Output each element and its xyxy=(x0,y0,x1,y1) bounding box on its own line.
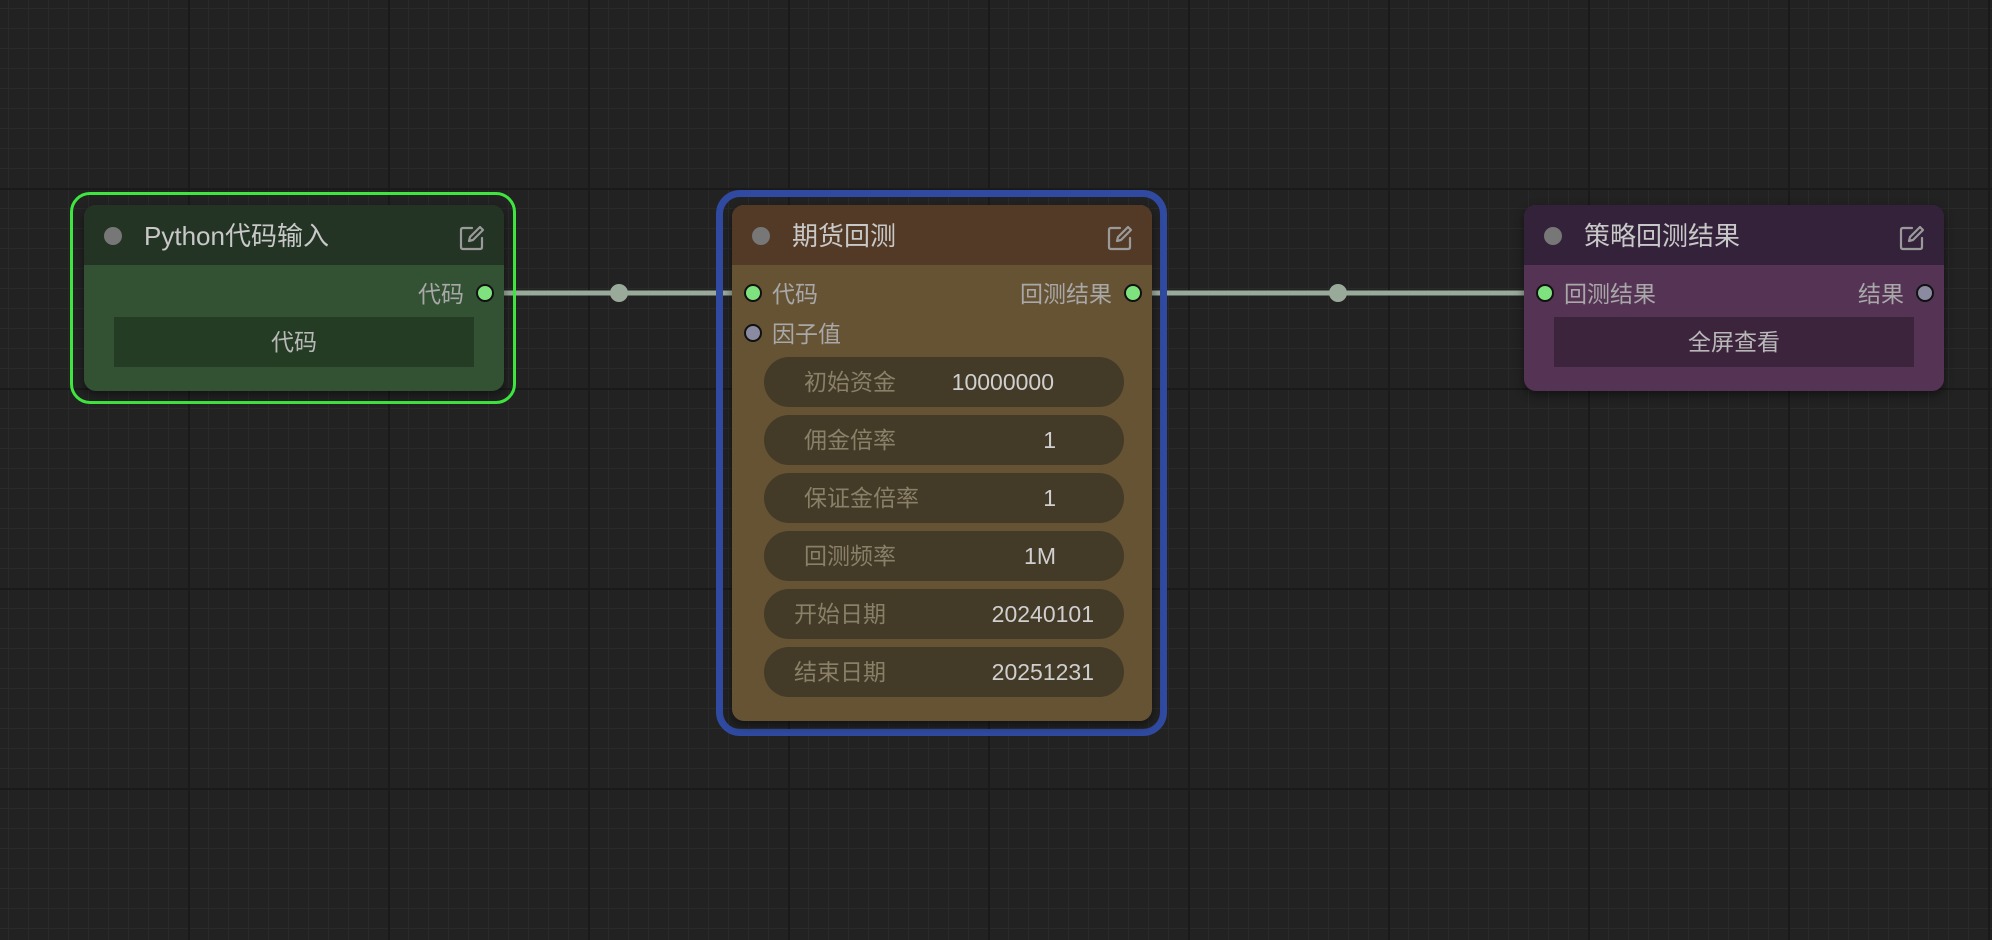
field-label: 佣金倍率 xyxy=(804,427,896,453)
input-socket-backtest-result[interactable] xyxy=(1536,284,1554,302)
output-slot-label: 回测结果 xyxy=(1020,281,1112,307)
input-slot-label: 因子值 xyxy=(772,321,841,347)
output-slot-label: 结果 xyxy=(1858,281,1904,307)
fullscreen-view-button[interactable]: 全屏查看 xyxy=(1554,317,1914,367)
field-value: 10000000 xyxy=(951,369,1054,395)
edit-icon[interactable] xyxy=(1898,224,1926,252)
node-title: 期货回测 xyxy=(792,221,897,251)
field-value: 1 xyxy=(1043,427,1056,453)
field-backtest-frequency[interactable]: 回测频率 1M xyxy=(764,531,1124,581)
input-slot-backtest-result[interactable]: 回测结果 xyxy=(1564,281,1656,307)
collapse-dot-icon[interactable] xyxy=(1544,227,1562,245)
collapse-dot-icon[interactable] xyxy=(104,227,122,245)
strategy-result-node-header[interactable]: 策略回测结果 xyxy=(1524,205,1944,265)
field-start-date[interactable]: 开始日期 20240101 xyxy=(764,589,1124,639)
field-label: 开始日期 xyxy=(794,601,886,627)
node-title: Python代码输入 xyxy=(144,221,329,251)
python-input-node[interactable]: Python代码输入 代码 代码 xyxy=(84,205,504,391)
field-value: 20251231 xyxy=(991,659,1094,685)
field-commission-multiplier[interactable]: 佣金倍率 1 xyxy=(764,415,1124,465)
edit-icon[interactable] xyxy=(1106,224,1134,252)
strategy-result-node[interactable]: 策略回测结果 回测结果 结果 全屏查看 xyxy=(1524,205,1944,391)
collapse-dot-icon[interactable] xyxy=(752,227,770,245)
input-socket-factor-value[interactable] xyxy=(744,324,762,342)
link-result-midpoint[interactable] xyxy=(1329,284,1347,302)
output-slot-backtest-result[interactable]: 回测结果 xyxy=(1020,281,1112,307)
edit-icon[interactable] xyxy=(458,224,486,252)
output-socket-backtest-result[interactable] xyxy=(1124,284,1142,302)
field-initial-capital[interactable]: 初始资金 10000000 xyxy=(764,357,1124,407)
code-editor-button[interactable]: 代码 xyxy=(114,317,474,367)
output-socket-code[interactable] xyxy=(476,284,494,302)
output-slot-label: 代码 xyxy=(418,281,464,307)
input-slot-label: 回测结果 xyxy=(1564,281,1656,307)
field-margin-multiplier[interactable]: 保证金倍率 1 xyxy=(764,473,1124,523)
field-value: 1M xyxy=(1024,543,1056,569)
python-input-node-header[interactable]: Python代码输入 xyxy=(84,205,504,265)
node-title: 策略回测结果 xyxy=(1584,221,1741,251)
input-socket-code[interactable] xyxy=(744,284,762,302)
output-slot-result[interactable]: 结果 xyxy=(1858,281,1904,307)
output-slot-code[interactable]: 代码 xyxy=(418,281,464,307)
field-value: 1 xyxy=(1043,485,1056,511)
field-end-date[interactable]: 结束日期 20251231 xyxy=(764,647,1124,697)
futures-backtest-node[interactable]: 期货回测 代码 回测结果 因子值 初始资金 10000000 佣金倍率 1 保证… xyxy=(732,205,1152,721)
futures-backtest-node-header[interactable]: 期货回测 xyxy=(732,205,1152,265)
field-label: 保证金倍率 xyxy=(804,485,919,511)
field-label: 初始资金 xyxy=(804,369,896,395)
link-code-midpoint[interactable] xyxy=(610,284,628,302)
node-graph-canvas[interactable]: Python代码输入 代码 代码 期货回测 代码 回测结果 因子值 初始资金 1… xyxy=(0,0,1992,940)
field-value: 20240101 xyxy=(991,601,1094,627)
field-label: 回测频率 xyxy=(804,543,896,569)
field-label: 结束日期 xyxy=(794,659,886,685)
input-slot-label: 代码 xyxy=(772,281,818,307)
input-slot-factor-value[interactable]: 因子值 xyxy=(772,321,841,347)
input-slot-code[interactable]: 代码 xyxy=(772,281,818,307)
output-socket-result[interactable] xyxy=(1916,284,1934,302)
